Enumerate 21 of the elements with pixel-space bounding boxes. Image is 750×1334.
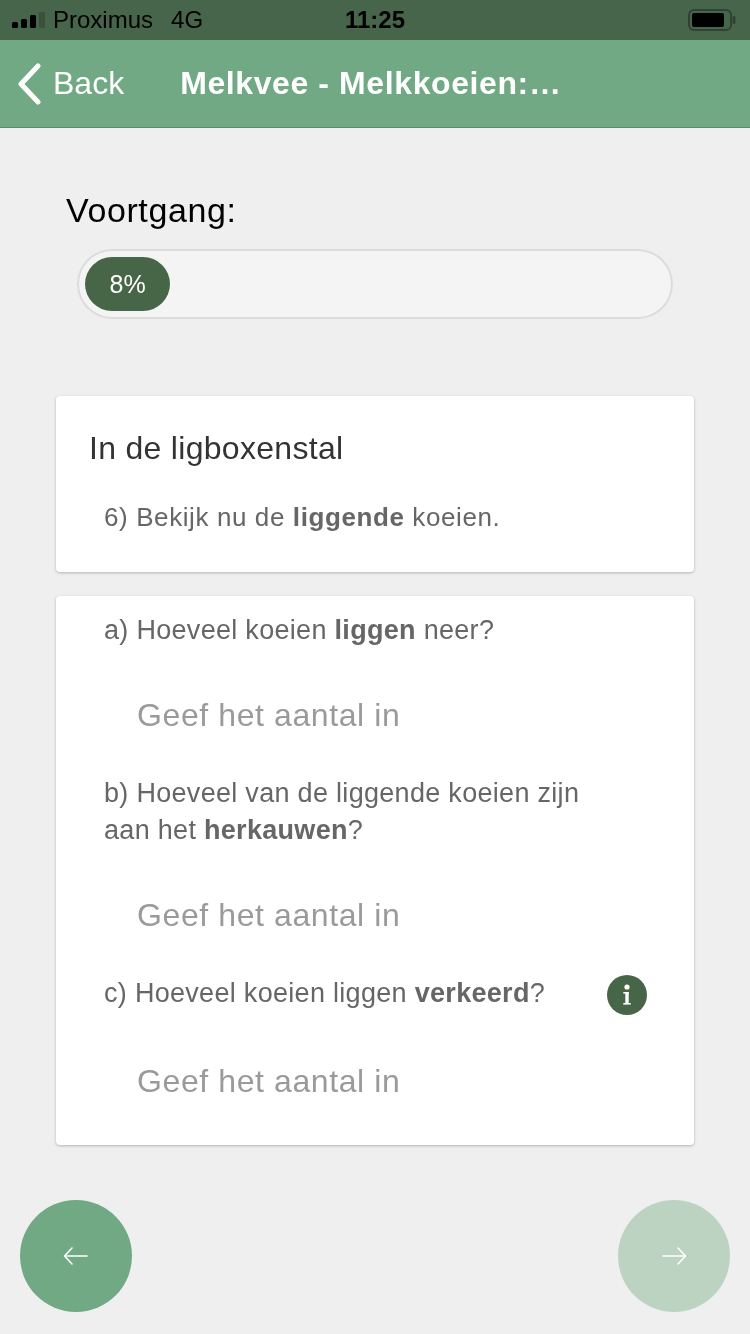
network-type: 4G <box>171 6 204 34</box>
page-title: Melkvee - Melkkoeien:… <box>180 65 562 102</box>
back-button[interactable]: Back <box>16 62 125 105</box>
answer-field[interactable]: Geef het aantal in <box>124 685 664 745</box>
progress-label: Voortgang: <box>66 191 237 229</box>
carrier-name: Proximus <box>53 6 154 34</box>
arrow-right-icon <box>661 1246 687 1266</box>
instruction-text: 6) Bekijk nu de liggende koeien. <box>104 501 502 534</box>
answer-field[interactable]: Geef het aantal in <box>124 1051 664 1111</box>
question-text: a) Hoeveel koeien liggen neer? <box>104 614 496 647</box>
chevron-left-icon <box>16 62 42 105</box>
signal-icon <box>12 12 46 28</box>
status-time: 11:25 <box>344 6 406 34</box>
progress-reading: 8% <box>109 269 146 299</box>
card-title: In de ligboxenstal <box>89 429 345 468</box>
answer-field[interactable]: Geef het aantal in <box>124 885 664 945</box>
arrow-left-icon <box>63 1246 89 1266</box>
info-icon[interactable] <box>607 975 647 1015</box>
battery-icon <box>688 9 736 31</box>
question-text: c) Hoeveel koeien liggen verkeerd? <box>104 977 546 1010</box>
question-text: b) Hoeveel van de liggende koeien zijn aan het herkauwen? <box>104 777 581 847</box>
